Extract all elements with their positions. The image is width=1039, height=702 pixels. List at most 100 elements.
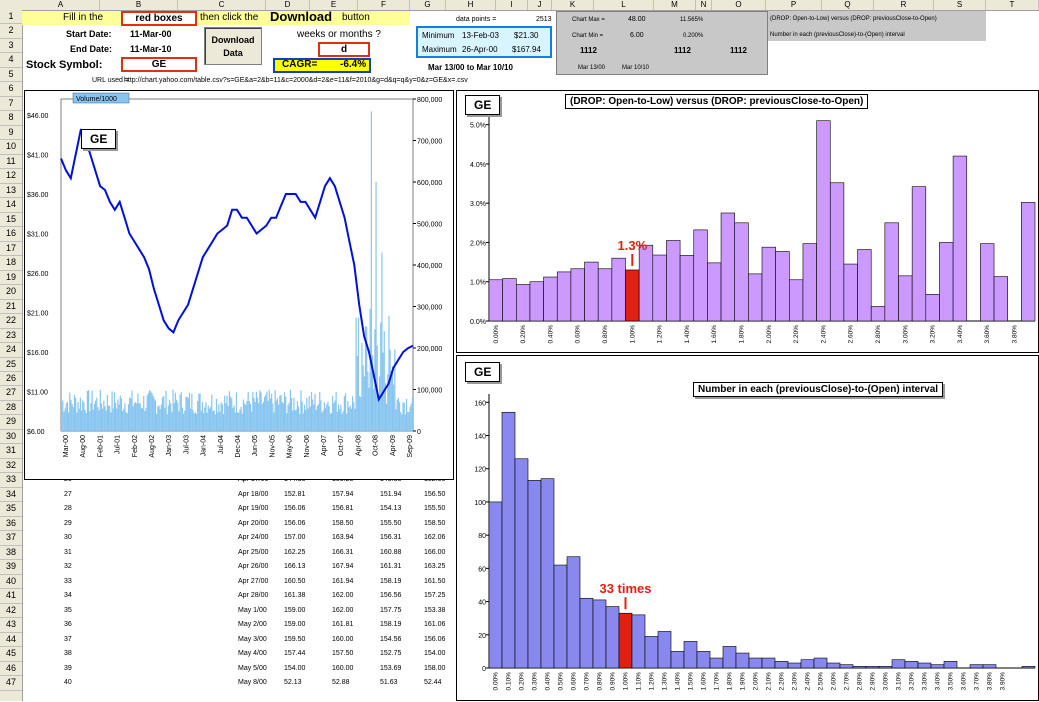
row-header-46[interactable]: 46 [0, 662, 22, 677]
price-chart[interactable]: 800,000 700,000 600,000 500,000 400,000 300,0… [24, 90, 454, 480]
col-header-t[interactable]: T [986, 0, 1039, 10]
row-header-38[interactable]: 38 [0, 546, 22, 561]
row-header-8[interactable]: 8 [0, 111, 22, 126]
col-header-o[interactable]: O [712, 0, 766, 10]
row-header-7[interactable]: 7 [0, 97, 22, 112]
volume-bar [112, 408, 114, 431]
volume-bar [90, 403, 92, 431]
col-header-l[interactable]: L [594, 0, 654, 10]
volume-bar [92, 409, 94, 431]
row-header-26[interactable]: 26 [0, 372, 22, 387]
row-header-3[interactable]: 3 [0, 39, 22, 54]
row-header-15[interactable]: 15 [0, 213, 22, 228]
col-header-b[interactable]: B [100, 0, 178, 10]
drop-chart[interactable]: 5.0% 4.0% 3.0% 2.0% 1.0% 0.0% 0.00% 0.20% 0.40% 0… [456, 90, 1039, 353]
col-header-n[interactable]: N [696, 0, 712, 10]
row-header-27[interactable]: 27 [0, 386, 22, 401]
y-tick-label: $41.00 [27, 153, 49, 160]
volume-bar [145, 407, 147, 431]
row-header-36[interactable]: 36 [0, 517, 22, 532]
row-header-28[interactable]: 28 [0, 401, 22, 416]
price-line [60, 128, 414, 403]
row-header-1[interactable]: 1 [0, 10, 22, 25]
x-tick-label: 0.30% [532, 672, 539, 691]
volume-bar [227, 405, 229, 431]
col-header-q[interactable]: Q [822, 0, 874, 10]
col-header-c[interactable]: C [178, 0, 266, 10]
row-header-30[interactable]: 30 [0, 430, 22, 445]
row-header-20[interactable]: 20 [0, 285, 22, 300]
col-header-j[interactable]: J [528, 0, 552, 10]
row-header-47[interactable]: 47 [0, 676, 22, 691]
col-header-r[interactable]: R [874, 0, 934, 10]
bar [638, 244, 654, 322]
row-header-31[interactable]: 31 [0, 444, 22, 459]
row-header-13[interactable]: 13 [0, 184, 22, 199]
volume-bar [403, 402, 405, 431]
bar [775, 251, 790, 322]
volume-bar [248, 401, 250, 431]
row-header-22[interactable]: 22 [0, 314, 22, 329]
volume-bar [306, 398, 308, 431]
row-header-9[interactable]: 9 [0, 126, 22, 141]
count-1112-a: 1112 [580, 46, 597, 55]
row-header-24[interactable]: 24 [0, 343, 22, 358]
row-header-35[interactable]: 35 [0, 502, 22, 517]
frequency-input[interactable]: d [318, 42, 370, 57]
col-header-m[interactable]: M [654, 0, 696, 10]
row-header-11[interactable]: 11 [0, 155, 22, 170]
row-header-10[interactable]: 10 [0, 140, 22, 155]
row-header-32[interactable]: 32 [0, 459, 22, 474]
row-header-25[interactable]: 25 [0, 358, 22, 372]
bar [787, 662, 802, 669]
x-tick-label: Jun-05 [252, 435, 259, 457]
col-header-a[interactable]: A [22, 0, 100, 10]
row-header-34[interactable]: 34 [0, 488, 22, 503]
bar [826, 662, 841, 669]
stock-symbol-input[interactable]: GE [121, 57, 197, 72]
start-date-input[interactable]: 11-Mar-00 [130, 29, 172, 39]
row-header-16[interactable]: 16 [0, 227, 22, 242]
count-chart[interactable]: 160 140 120 100 80 60 40 20 0 0.00% 0.10% 0.20% 0.30… [456, 355, 1039, 701]
row-header-37[interactable]: 37 [0, 531, 22, 546]
volume-bar [398, 402, 401, 431]
row-header-43[interactable]: 43 [0, 618, 22, 633]
col-header-k[interactable]: K [552, 0, 594, 10]
row-header-4[interactable]: 4 [0, 53, 22, 68]
col-header-p[interactable]: P [766, 0, 822, 10]
row-header-2[interactable]: 2 [0, 24, 22, 39]
row-header-12[interactable]: 12 [0, 169, 22, 184]
end-date-input[interactable]: 11-Mar-10 [130, 44, 172, 54]
row-header-29[interactable]: 29 [0, 415, 22, 430]
download-data-button[interactable]: Download Data [204, 27, 262, 65]
row-header-33[interactable]: 33 [0, 473, 22, 488]
col-header-f[interactable]: F [358, 0, 410, 10]
row-header-19[interactable]: 19 [0, 271, 22, 286]
volume-bar [215, 398, 218, 431]
bar [553, 564, 568, 669]
row-header-23[interactable]: 23 [0, 329, 22, 344]
col-header-h[interactable]: H [446, 0, 496, 10]
row-header-6[interactable]: 6 [0, 82, 22, 97]
volume-bar [400, 412, 402, 431]
col-header-g[interactable]: G [410, 0, 446, 10]
row-header-39[interactable]: 39 [0, 560, 22, 575]
row-header-40[interactable]: 40 [0, 575, 22, 590]
col-header-i[interactable]: I [496, 0, 528, 10]
bar [829, 182, 845, 322]
row-header-18[interactable]: 18 [0, 256, 22, 271]
row-header-41[interactable]: 41 [0, 589, 22, 604]
volume-bar [258, 402, 260, 431]
row-header-44[interactable]: 44 [0, 633, 22, 648]
volume-bar [125, 412, 127, 431]
col-header-s[interactable]: S [934, 0, 986, 10]
row-high: 166.31 [332, 548, 354, 556]
row-header-bar: 1 2 3 4 5 6 7 8 9 10 11 12 13 14 15 16 17 18 19 20 21 22 23 24 2… [0, 10, 23, 701]
row-header-5[interactable]: 5 [0, 68, 22, 83]
row-header-17[interactable]: 17 [0, 242, 22, 257]
row-header-14[interactable]: 14 [0, 198, 22, 213]
row-header-42[interactable]: 42 [0, 604, 22, 619]
volume-bar [313, 404, 315, 431]
row-header-21[interactable]: 21 [0, 300, 22, 315]
row-header-45[interactable]: 45 [0, 647, 22, 662]
